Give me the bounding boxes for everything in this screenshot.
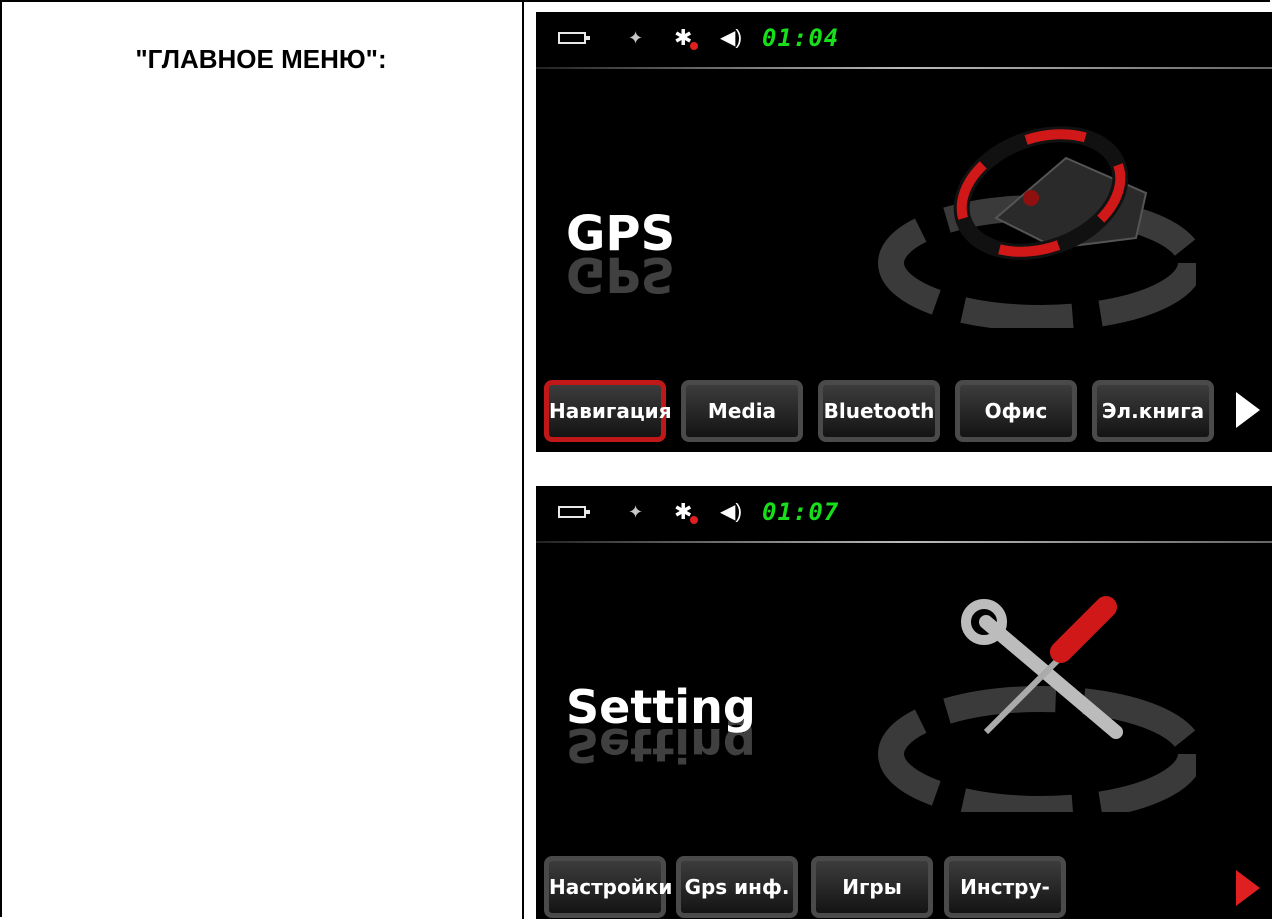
tools-button[interactable]: Инстру-ты: [944, 856, 1066, 918]
status-divider: [536, 541, 1272, 543]
next-arrow-icon[interactable]: [1236, 870, 1260, 906]
nav-button[interactable]: Навигация: [544, 380, 672, 442]
battery-icon: [558, 506, 590, 518]
satellite-icon: ✦: [628, 502, 644, 522]
section-title-reflection: Setting: [566, 718, 756, 772]
page-title: "ГЛАВНОЕ МЕНЮ":: [135, 44, 387, 74]
tools-icon: [878, 596, 1196, 812]
clock: 01:07: [762, 498, 840, 526]
table-divider: [522, 0, 524, 919]
section-title: GPS GPS: [566, 206, 675, 302]
steering-wheel-icon: [878, 126, 1196, 328]
status-bar: ✦ ✱ ◀) 01:07: [536, 486, 1272, 542]
speaker-icon: ◀): [720, 27, 743, 49]
battery-icon: [558, 32, 590, 44]
next-arrow-icon[interactable]: [1236, 392, 1260, 428]
games-button[interactable]: Игры: [811, 856, 933, 918]
ebook-button[interactable]: Эл.книга: [1092, 380, 1214, 442]
bluetooth-disabled-mark: [690, 42, 698, 50]
status-divider: [536, 67, 1272, 69]
section-title-reflection: GPS: [566, 246, 676, 302]
status-bar: ✦ ✱ ◀) 01:04: [536, 12, 1272, 68]
bluetooth-disabled-mark: [690, 516, 698, 524]
office-button[interactable]: Офис: [955, 380, 1077, 442]
main-menu-screen-gps: ✦ ✱ ◀) 01:04 GPS GPS Навигация Media Blu…: [536, 12, 1272, 452]
speaker-icon: ◀): [720, 501, 743, 523]
clock: 01:04: [762, 24, 840, 52]
gps-info-button[interactable]: Gps инф.: [676, 856, 798, 918]
bluetooth-button[interactable]: Bluetooth: [818, 380, 940, 442]
settings-button[interactable]: Настройки: [544, 856, 672, 918]
media-button[interactable]: Media: [681, 380, 803, 442]
section-title: Setting Setting: [566, 680, 756, 772]
satellite-icon: ✦: [628, 28, 644, 48]
main-menu-screen-setting: ✦ ✱ ◀) 01:07 Setting Setting Настройки G…: [536, 486, 1272, 919]
